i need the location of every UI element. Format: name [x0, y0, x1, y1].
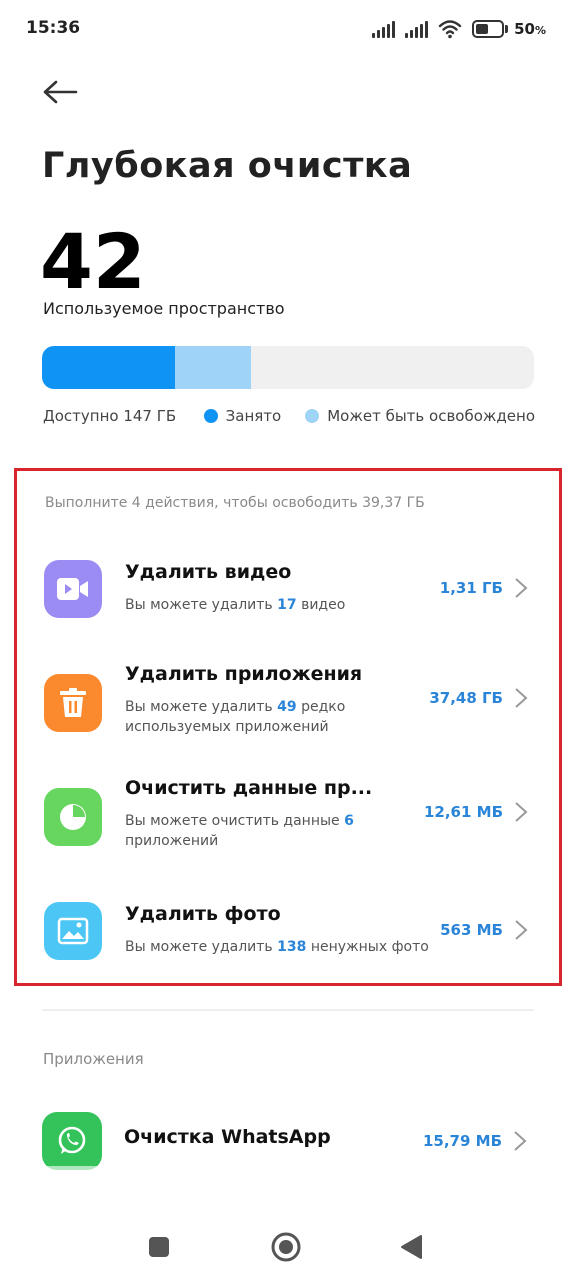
- action-title: Очистить данные пр...: [125, 777, 373, 799]
- action-size: 37,48 ГБ: [429, 689, 503, 707]
- action-delete-videos[interactable]: Удалить видео Вы можете удалить 17 видео…: [17, 549, 559, 639]
- whatsapp-icon: [58, 1126, 86, 1154]
- nav-back-button[interactable]: [394, 1230, 428, 1264]
- storage-bar-freeable: [174, 346, 252, 389]
- actions-header: Выполните 4 действия, чтобы освободить 3…: [45, 495, 425, 511]
- battery-icon: 50%: [472, 20, 546, 38]
- action-delete-photos[interactable]: Удалить фото Вы можете удалить 138 ненуж…: [17, 891, 559, 981]
- storage-bar-used: [42, 346, 175, 389]
- back-button[interactable]: [38, 72, 82, 112]
- home-button[interactable]: [269, 1230, 303, 1264]
- battery-fill: [476, 24, 489, 34]
- chevron-right-icon: [515, 688, 528, 708]
- image-icon: [57, 917, 89, 945]
- status-bar: 15:36 50%: [0, 0, 576, 56]
- chevron-right-icon: [515, 920, 528, 940]
- section-divider: [42, 1009, 534, 1011]
- page-title: Глубокая очистка: [42, 146, 413, 186]
- legend-freeable-label: Может быть освобождено: [327, 407, 535, 425]
- action-title: Удалить фото: [125, 903, 281, 925]
- legend-used-label: Занято: [225, 407, 282, 425]
- status-time: 15:36: [26, 18, 81, 38]
- action-delete-apps[interactable]: Удалить приложения Вы можете удалить 49 …: [17, 663, 559, 753]
- chevron-right-icon: [514, 1131, 527, 1151]
- action-subtitle: Вы можете удалить 138 ненужных фото: [125, 939, 429, 955]
- action-size: 563 МБ: [440, 921, 503, 939]
- apps-section-header: Приложения: [43, 1050, 144, 1068]
- legend: Занято Может быть освобождено: [203, 407, 535, 425]
- video-icon-tile: [44, 560, 102, 618]
- recents-square-icon: [149, 1237, 169, 1257]
- action-subtitle: Вы можете очистить данные 6 приложений: [125, 813, 354, 849]
- used-space-label: Используемое пространство: [43, 299, 285, 318]
- legend-dot-freeable: [305, 409, 320, 423]
- action-size: 12,61 МБ: [423, 803, 503, 821]
- action-clear-app-data[interactable]: Очистить данные пр... Вы можете очистить…: [17, 777, 559, 867]
- image-icon-tile: [44, 902, 102, 960]
- pie-chart-icon: [60, 804, 86, 830]
- trash-icon-tile: [44, 674, 102, 732]
- available-space-text: Доступно 147 ГБ: [43, 407, 177, 425]
- battery-percent: 50%: [514, 20, 546, 38]
- home-circle-icon: [271, 1232, 301, 1262]
- app-title: Очистка WhatsApp: [124, 1126, 331, 1148]
- actions-section: Выполните 4 действия, чтобы освободить 3…: [14, 468, 562, 986]
- used-percent-value: 42: [40, 217, 146, 306]
- signal-icon: [405, 20, 429, 38]
- scroll-fade: [0, 1166, 576, 1216]
- action-subtitle: Вы можете удалить 17 видео: [125, 597, 346, 613]
- signal-icon: [372, 20, 396, 38]
- storage-legend: Доступно 147 ГБ Занято Может быть освобо…: [43, 407, 535, 427]
- system-nav-bar: [0, 1216, 576, 1280]
- whatsapp-icon-tile: [42, 1112, 102, 1170]
- action-size: 1,31 ГБ: [439, 579, 503, 597]
- wifi-icon: [438, 20, 462, 39]
- arrow-left-icon: [43, 80, 78, 104]
- chevron-right-icon: [515, 578, 528, 598]
- app-size: 15,79 МБ: [422, 1132, 502, 1150]
- video-icon: [57, 578, 88, 600]
- storage-bar: [42, 346, 534, 389]
- action-title: Удалить видео: [125, 561, 292, 583]
- chevron-right-icon: [515, 802, 528, 822]
- legend-dot-used: [203, 409, 218, 423]
- back-triangle-icon: [401, 1235, 422, 1259]
- pie-chart-icon-tile: [44, 788, 102, 846]
- status-icons: 50%: [372, 16, 546, 42]
- action-subtitle: Вы можете удалить 49 редко используемых …: [125, 699, 346, 735]
- trash-icon: [60, 688, 86, 717]
- used-percent-unit: %: [124, 236, 140, 254]
- recents-button[interactable]: [142, 1230, 176, 1264]
- action-title: Удалить приложения: [125, 663, 363, 685]
